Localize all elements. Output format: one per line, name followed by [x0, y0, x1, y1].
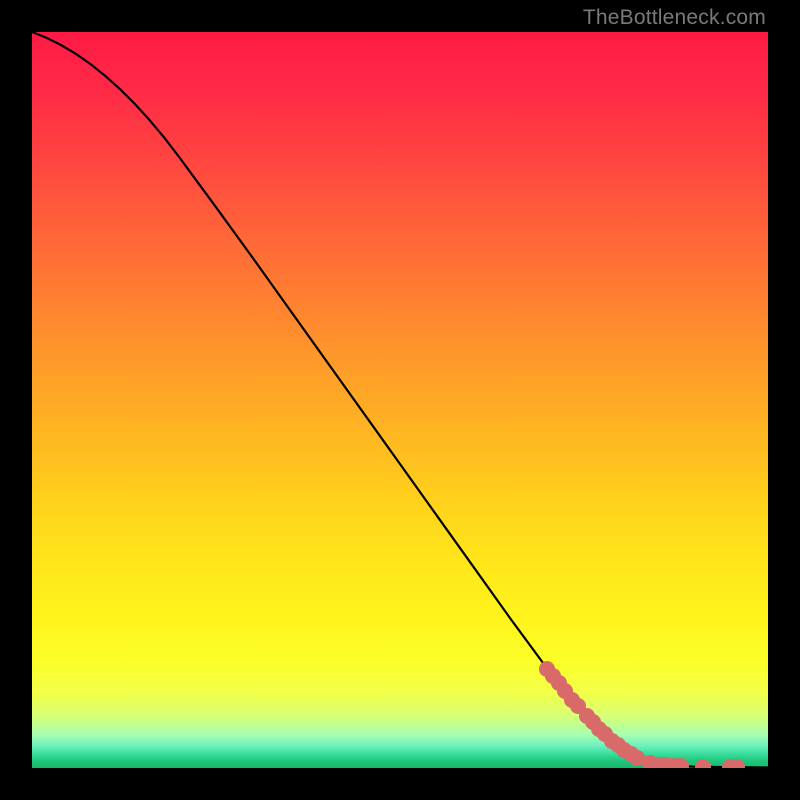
data-marker — [695, 759, 711, 768]
chart-curve — [32, 32, 768, 768]
watermark-text: TheBottleneck.com — [583, 6, 766, 30]
data-marker — [729, 759, 745, 768]
data-marker — [673, 758, 689, 768]
plot-area — [32, 32, 768, 768]
